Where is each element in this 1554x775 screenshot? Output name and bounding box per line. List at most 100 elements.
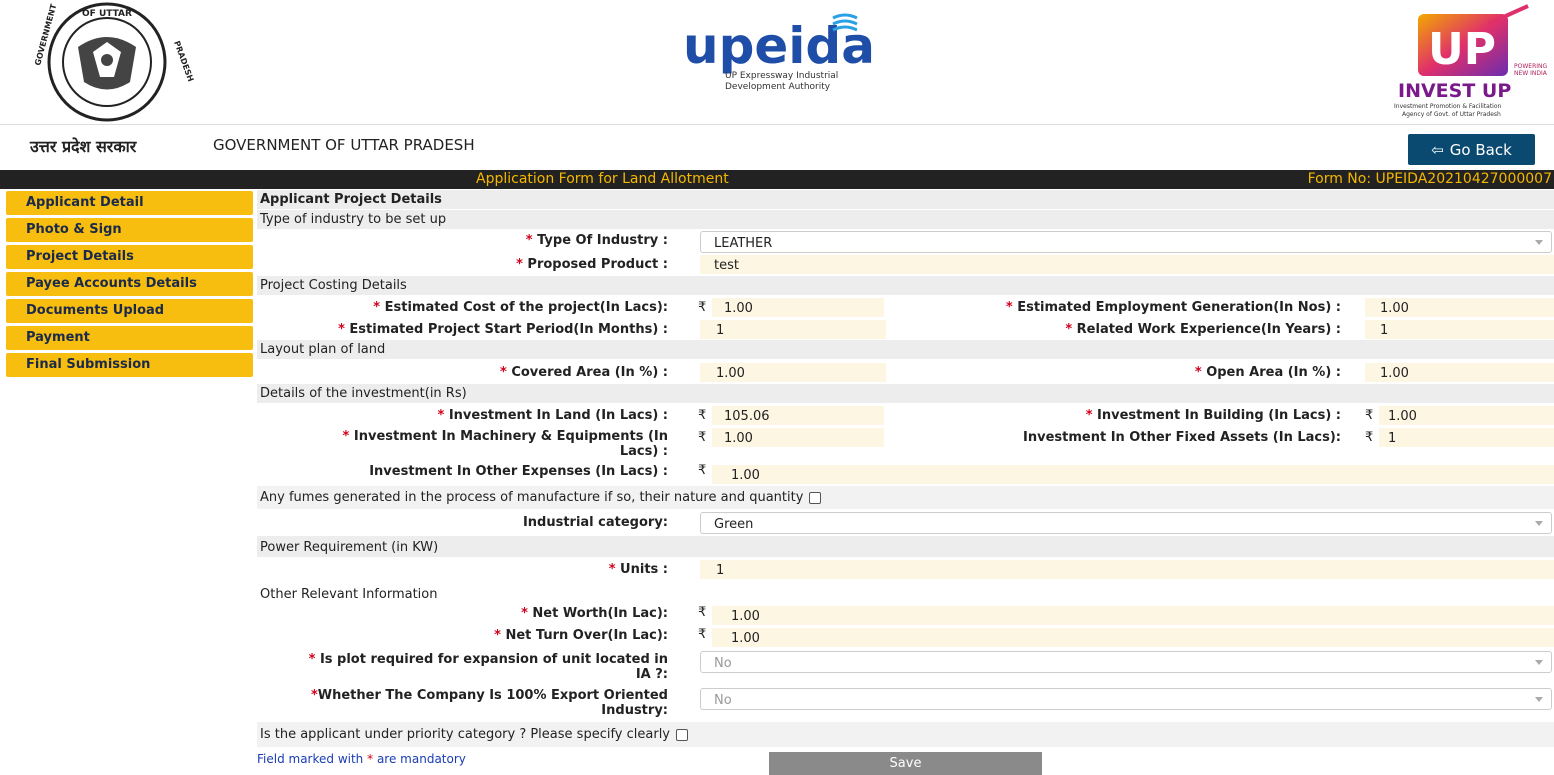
sidebar-item-photo-sign[interactable]: Photo & Sign xyxy=(6,218,253,242)
row-type-of-industry: * Type Of Industry : LEATHER xyxy=(257,230,1554,254)
up-government-emblem-logo: OF UTTAR GOVERNMENT PRADESH xyxy=(33,2,195,122)
row-net-worth: * Net Worth(In Lac): ₹ 1.00 xyxy=(257,604,1554,626)
investment-building-input[interactable]: 1.00 xyxy=(1379,406,1554,425)
investment-other-fixed-label: Investment In Other Fixed Assets (In Lac… xyxy=(1023,430,1341,445)
rupee-icon: ₹ xyxy=(698,408,707,423)
net-turnover-label: * Net Turn Over(In Lac): xyxy=(494,628,668,643)
plot-expansion-label: * Is plot required for expansion of unit… xyxy=(308,652,668,682)
svg-text:UP: UP xyxy=(1428,24,1496,75)
investment-land-label: * Investment In Land (In Lacs) : xyxy=(437,408,668,423)
rupee-icon: ₹ xyxy=(698,605,707,620)
start-period-input[interactable]: 1 xyxy=(700,320,886,339)
project-details-form: Applicant Project Details Type of indust… xyxy=(257,190,1554,748)
chevron-down-icon xyxy=(1535,240,1543,245)
priority-category-label: Is the applicant under priority category… xyxy=(260,727,670,742)
row-investment-land: * Investment In Land (In Lacs) : ₹ 105.0… xyxy=(257,404,1554,426)
mandatory-note: Field marked with * are mandatory xyxy=(257,752,466,766)
work-experience-input[interactable]: 1 xyxy=(1365,320,1554,339)
section-layout-plan: Layout plan of land xyxy=(257,340,1554,360)
net-turnover-input[interactable]: 1.00 xyxy=(712,628,1554,647)
industrial-category-label: Industrial category: xyxy=(522,515,668,530)
units-input[interactable]: 1 xyxy=(700,560,1554,579)
row-industrial-category: Industrial category: Green xyxy=(257,510,1554,536)
net-worth-input[interactable]: 1.00 xyxy=(712,606,1554,625)
proposed-product-label: * Proposed Product : xyxy=(516,257,668,272)
sidebar-nav: Applicant Detail Photo & Sign Project De… xyxy=(6,191,253,380)
row-proposed-product: * Proposed Product : test xyxy=(257,254,1554,276)
invest-up-logo: UP POWERING NEW INDIA INVEST UP Investme… xyxy=(1388,4,1548,122)
row-export-oriented: *Whether The Company Is 100% Export Orie… xyxy=(257,686,1554,722)
sidebar-item-documents-upload[interactable]: Documents Upload xyxy=(6,299,253,323)
export-oriented-label: *Whether The Company Is 100% Export Orie… xyxy=(310,688,668,718)
chevron-down-icon xyxy=(1535,697,1543,702)
row-investment-other-expenses: Investment In Other Expenses (In Lacs) :… xyxy=(257,462,1554,486)
row-priority-category: Is the applicant under priority category… xyxy=(257,722,1554,748)
row-net-turnover: * Net Turn Over(In Lac): ₹ 1.00 xyxy=(257,626,1554,648)
open-area-label: * Open Area (In %) : xyxy=(1194,365,1341,380)
work-experience-label: * Related Work Experience(In Years) : xyxy=(1065,322,1341,337)
chevron-down-icon xyxy=(1535,521,1543,526)
net-worth-label: * Net Worth(In Lac): xyxy=(521,606,668,621)
svg-text:OF UTTAR: OF UTTAR xyxy=(82,9,132,19)
covered-area-input[interactable]: 1.00 xyxy=(700,363,886,382)
section-other-info: Other Relevant Information xyxy=(257,582,1554,604)
open-area-input[interactable]: 1.00 xyxy=(1365,363,1554,382)
go-back-button[interactable]: ⇦ Go Back xyxy=(1408,134,1535,165)
svg-text:Investment Promotion & Facilit: Investment Promotion & Facilitation xyxy=(1394,103,1502,110)
rupee-icon: ₹ xyxy=(1365,430,1374,445)
svg-text:UP Expressway Industrial: UP Expressway Industrial xyxy=(725,71,838,81)
rupee-icon: ₹ xyxy=(698,300,707,315)
priority-category-checkbox[interactable] xyxy=(676,728,688,741)
sidebar-item-applicant-detail[interactable]: Applicant Detail xyxy=(6,191,253,215)
row-investment-machinery: * Investment In Machinery & Equipments (… xyxy=(257,426,1554,462)
row-estimated-cost: * Estimated Cost of the project(In Lacs)… xyxy=(257,296,1554,318)
svg-text:NEW INDIA: NEW INDIA xyxy=(1514,70,1548,77)
investment-machinery-input[interactable]: 1.00 xyxy=(712,428,884,447)
svg-text:INVEST UP: INVEST UP xyxy=(1398,80,1511,102)
fumes-checkbox[interactable] xyxy=(809,491,822,504)
section-industry-type: Type of industry to be set up xyxy=(257,210,1554,230)
sidebar-item-project-details[interactable]: Project Details xyxy=(6,245,253,269)
rupee-icon: ₹ xyxy=(698,463,707,478)
save-button[interactable]: Save xyxy=(769,752,1042,775)
estimated-cost-label: * Estimated Cost of the project(In Lacs)… xyxy=(373,300,668,315)
investment-land-input[interactable]: 105.06 xyxy=(712,406,884,425)
sidebar-item-payee-accounts[interactable]: Payee Accounts Details xyxy=(6,272,253,296)
row-units: * Units : 1 xyxy=(257,558,1554,582)
rupee-icon: ₹ xyxy=(698,627,707,642)
row-plot-expansion: * Is plot required for expansion of unit… xyxy=(257,648,1554,686)
svg-text:Development Authority: Development Authority xyxy=(725,82,831,92)
form-title-bar: Application Form for Land Allotment Form… xyxy=(0,170,1554,189)
svg-text:POWERING: POWERING xyxy=(1514,63,1547,70)
upeida-logo: upeida UP Expressway Industrial Developm… xyxy=(683,8,883,108)
industrial-category-select[interactable]: Green xyxy=(700,512,1552,534)
section-investment: Details of the investment(in Rs) xyxy=(257,384,1554,404)
investment-other-expenses-input[interactable]: 1.00 xyxy=(712,465,1554,484)
proposed-product-input[interactable]: test xyxy=(700,255,1554,274)
fumes-label: Any fumes generated in the process of ma… xyxy=(260,490,804,505)
form-heading: Applicant Project Details xyxy=(257,190,1554,210)
government-bar: उत्तर प्रदेश सरकार GOVERNMENT OF UTTAR P… xyxy=(0,125,1554,170)
start-period-label: * Estimated Project Start Period(In Mont… xyxy=(338,322,668,337)
back-arrow-icon: ⇦ xyxy=(1431,140,1444,159)
investment-building-label: * Investment In Building (In Lacs) : xyxy=(1085,408,1341,423)
svg-text:Agency of Govt. of Uttar Prade: Agency of Govt. of Uttar Pradesh xyxy=(1402,111,1501,118)
government-name-hindi: उत्तर प्रदेश सरकार xyxy=(30,137,137,156)
plot-expansion-select[interactable]: No xyxy=(700,651,1552,673)
type-of-industry-select[interactable]: LEATHER xyxy=(700,231,1552,253)
investment-other-fixed-input[interactable]: 1 xyxy=(1379,428,1554,447)
form-title: Application Form for Land Allotment xyxy=(476,171,729,187)
sidebar-item-payment[interactable]: Payment xyxy=(6,326,253,350)
estimated-employment-label: * Estimated Employment Generation(In Nos… xyxy=(1005,300,1341,315)
type-of-industry-label: * Type Of Industry : xyxy=(525,233,668,248)
investment-machinery-label: * Investment In Machinery & Equipments (… xyxy=(342,429,668,459)
section-project-costing: Project Costing Details xyxy=(257,276,1554,296)
estimated-employment-input[interactable]: 1.00 xyxy=(1365,298,1554,317)
estimated-cost-input[interactable]: 1.00 xyxy=(712,298,884,317)
export-oriented-select[interactable]: No xyxy=(700,688,1552,710)
go-back-label: Go Back xyxy=(1449,140,1512,159)
government-name-english: GOVERNMENT OF UTTAR PRADESH xyxy=(213,136,475,154)
sidebar-item-final-submission[interactable]: Final Submission xyxy=(6,353,253,377)
row-fumes: Any fumes generated in the process of ma… xyxy=(257,486,1554,510)
covered-area-label: * Covered Area (In %) : xyxy=(499,365,668,380)
